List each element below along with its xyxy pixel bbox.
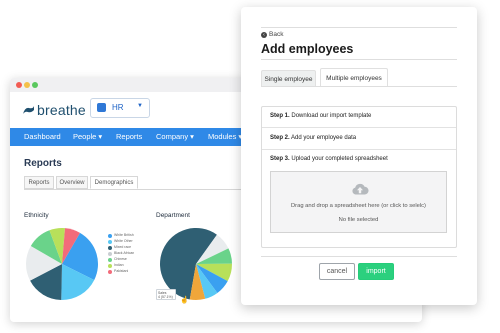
dialog-top-rule	[261, 27, 457, 28]
back-link[interactable]: ‹ Back	[261, 31, 283, 38]
breathe-logo[interactable]: breathe	[22, 102, 86, 118]
tab-reports[interactable]: Reports	[24, 176, 54, 189]
page-title: Reports	[24, 158, 62, 169]
nav-modules[interactable]: Modules ▾	[208, 132, 242, 141]
tab-demographics[interactable]: Demographics	[90, 176, 138, 189]
chevron-down-icon: ▼	[137, 103, 143, 109]
mouse-pointer-icon: ☝	[180, 297, 189, 304]
step-number: Step 1.	[270, 113, 290, 119]
cloud-upload-icon	[352, 183, 369, 195]
step-number: Step 2.	[270, 135, 290, 141]
nav-dashboard[interactable]: Dashboard	[24, 132, 61, 141]
spreadsheet-dropzone[interactable]: Drag and drop a spreadsheet here (or cli…	[270, 171, 447, 233]
import-steps-panel: Step 1. Download our import template Ste…	[261, 106, 457, 248]
legend-label: Mixed race	[114, 245, 132, 249]
step-text: Upload your completed spreadsheet	[291, 156, 388, 162]
step-1[interactable]: Step 1. Download our import template	[270, 113, 371, 119]
chart-tooltip: Sales 4 (57.1%)	[156, 289, 176, 300]
nav-company[interactable]: Company ▾	[156, 132, 194, 141]
legend-label: White British	[114, 233, 134, 237]
nav-people[interactable]: People ▾	[73, 132, 102, 141]
step-text: Download our import template	[291, 113, 372, 119]
ethnicity-pie-chart[interactable]	[24, 226, 100, 302]
user-icon	[97, 103, 106, 112]
legend-label: Black African	[114, 251, 135, 255]
breathe-logo-icon	[23, 106, 34, 114]
step-divider	[262, 149, 456, 150]
tab-overview[interactable]: Overview	[56, 176, 88, 189]
dropzone-instructions: Drag and drop a spreadsheet here (or cli…	[290, 203, 426, 209]
minimize-window-dot[interactable]	[24, 82, 30, 88]
legend-label: Indian	[114, 263, 124, 267]
legend-label: Chinese	[114, 257, 127, 261]
legend-item: Pakistani	[108, 269, 148, 275]
add-employees-dialog: ‹ Back Add employees Single employee Mult…	[241, 7, 477, 305]
tab-multiple-employees[interactable]: Multiple employees	[320, 68, 388, 87]
step-3: Step 3. Upload your completed spreadshee…	[270, 156, 388, 162]
step-divider	[262, 127, 456, 128]
logo-text: breathe	[37, 102, 86, 118]
footer-divider	[261, 256, 457, 257]
tooltip-value: 4 (57.1%)	[158, 295, 173, 299]
legend-label: White Other	[114, 239, 133, 243]
tab-single-employee[interactable]: Single employee	[261, 70, 316, 87]
back-label: Back	[269, 31, 284, 38]
title-divider	[261, 59, 457, 60]
legend-label: Pakistani	[114, 269, 129, 273]
department-select-value: HR	[112, 103, 124, 112]
department-select[interactable]: HR ▼	[90, 98, 150, 118]
maximize-window-dot[interactable]	[32, 82, 38, 88]
selected-file-status: No file selected	[338, 217, 379, 223]
import-button[interactable]: import	[358, 263, 394, 280]
back-arrow-icon: ‹	[261, 32, 267, 38]
nav-reports[interactable]: Reports	[116, 132, 142, 141]
close-window-dot[interactable]	[16, 82, 22, 88]
ethnicity-chart-title: Ethnicity	[24, 212, 49, 219]
cancel-button[interactable]: cancel	[319, 263, 355, 280]
step-2: Step 2. Add your employee data	[270, 135, 356, 141]
tabs-divider	[261, 86, 457, 87]
step-number: Step 3.	[270, 156, 290, 162]
dialog-title: Add employees	[261, 42, 354, 56]
step-text: Add your employee data	[291, 135, 357, 141]
department-chart-title: Department	[156, 212, 190, 219]
